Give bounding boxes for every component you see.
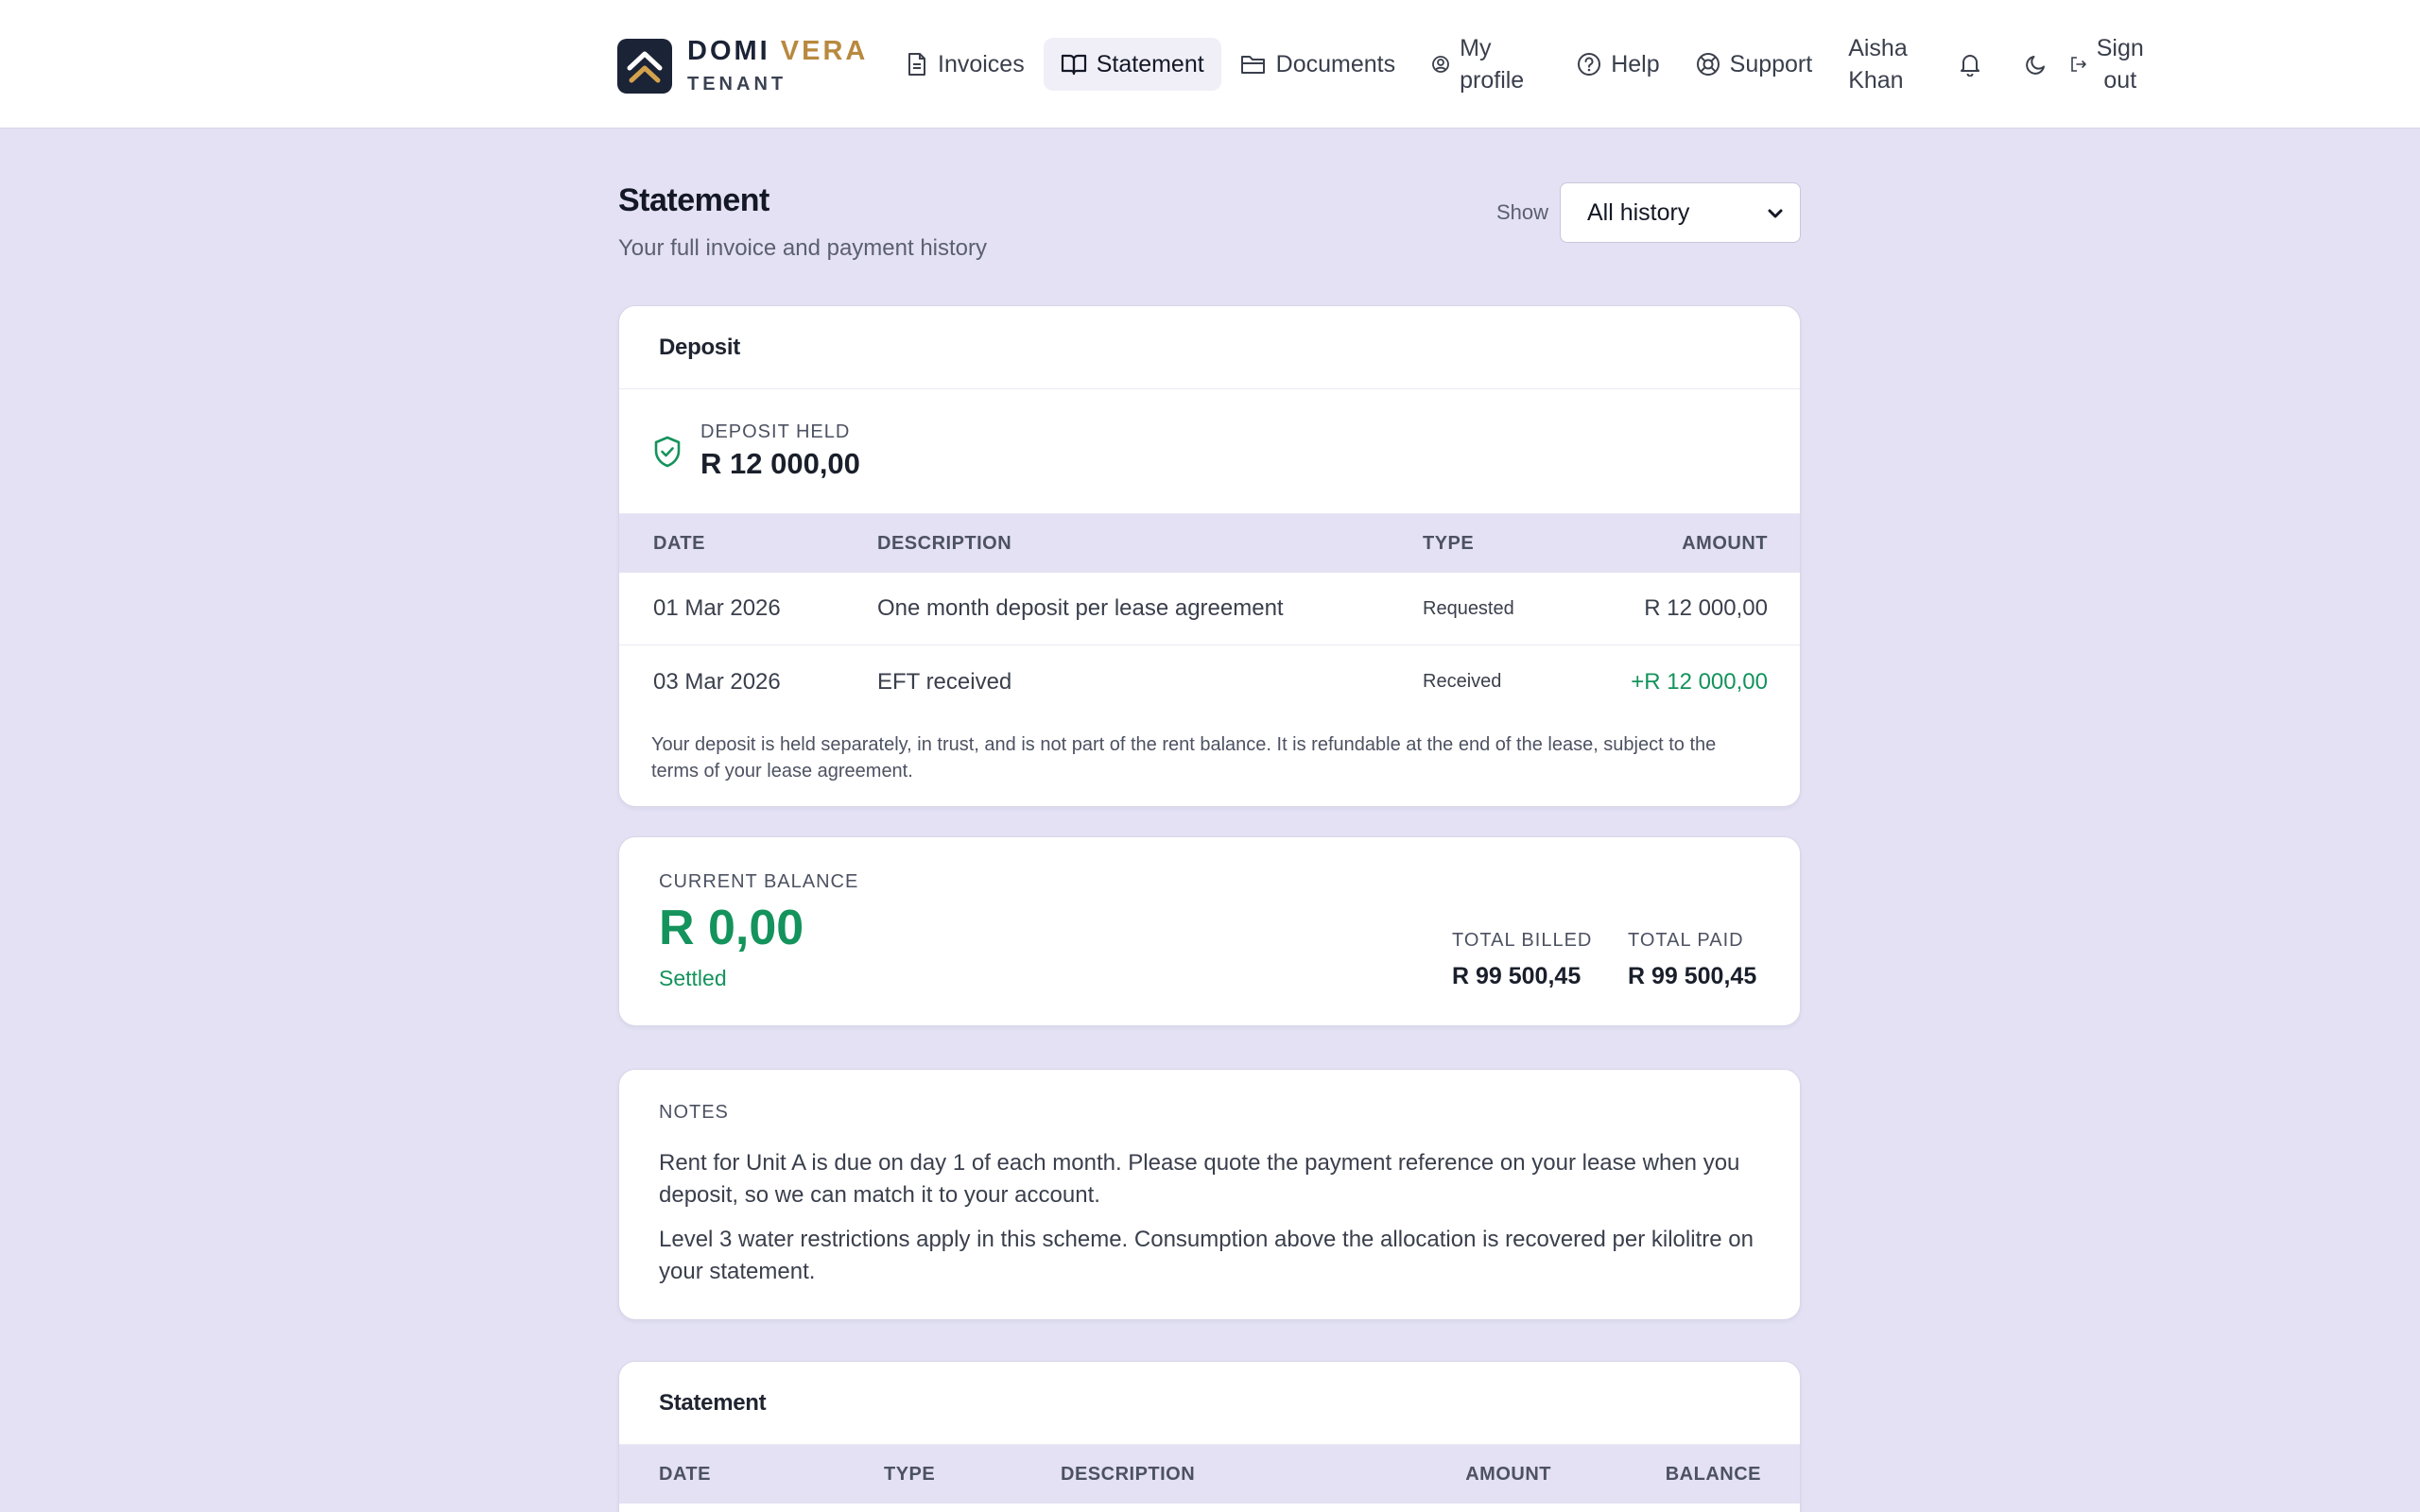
column-header-description: DESCRIPTION — [877, 532, 1012, 554]
deposit-held-summary: DEPOSIT HELD R 12 000,00 — [619, 389, 1800, 514]
chevron-down-icon — [1768, 209, 1783, 218]
column-header-description: DESCRIPTION — [1061, 1463, 1196, 1485]
nav-help-label: Help — [1611, 50, 1660, 77]
total-billed: TOTAL BILLED R 99 500,45 — [1452, 930, 1592, 990]
total-billed-value: R 99 500,45 — [1452, 963, 1582, 989]
nav-documents[interactable]: Documents — [1223, 38, 1412, 91]
history-filter-select[interactable]: All history — [1560, 182, 1801, 243]
total-billed-label: TOTAL BILLED — [1452, 930, 1593, 951]
column-header-balance: BALANCE — [1665, 1463, 1761, 1485]
document-icon — [908, 53, 925, 76]
nav-documents-label: Documents — [1275, 50, 1396, 77]
nav-statement-label: Statement — [1096, 50, 1204, 77]
statement-table-header: DATE TYPE DESCRIPTION AMOUNT BALANCE — [619, 1445, 1800, 1503]
row-description: EFT received — [877, 668, 1012, 695]
statement-card: Statement DATE TYPE DESCRIPTION AMOUNT B… — [618, 1361, 1801, 1512]
main-nav: Invoices Statement Documents My profile H… — [889, 28, 2144, 100]
balance-status: Settled — [659, 966, 727, 990]
deposit-table-header: DATE DESCRIPTION TYPE AMOUNT — [619, 514, 1800, 573]
nav-invoices-label: Invoices — [938, 50, 1025, 77]
column-header-type: TYPE — [884, 1463, 936, 1485]
sign-out-label: Sign out — [2096, 35, 2144, 94]
moon-icon — [2025, 56, 2045, 75]
notes-card: NOTES Rent for Unit A is due on day 1 of… — [618, 1069, 1801, 1320]
user-name[interactable]: Aisha Khan — [1831, 32, 1925, 96]
table-row: 03 Mar 2026 EFT received Received +R 12 … — [619, 645, 1800, 718]
nav-statement[interactable]: Statement — [1043, 38, 1221, 91]
nav-my-profile[interactable]: My profile — [1414, 35, 1541, 94]
column-header-type: TYPE — [1423, 532, 1475, 554]
total-paid: TOTAL PAID R 99 500,45 — [1628, 930, 1756, 990]
total-paid-value: R 99 500,45 — [1628, 963, 1757, 989]
page-title: Statement — [618, 182, 769, 218]
column-header-amount: AMOUNT — [1682, 532, 1768, 554]
nav-support-label: Support — [1729, 50, 1813, 77]
deposit-note: Your deposit is held separately, in trus… — [651, 734, 1717, 782]
column-header-date: DATE — [653, 532, 705, 554]
notes-label: NOTES — [659, 1102, 729, 1123]
sign-out-button[interactable]: Sign out — [2066, 32, 2144, 96]
book-icon — [1061, 54, 1086, 76]
note-paragraph: Rent for Unit A is due on day 1 of each … — [659, 1150, 1740, 1208]
nav-my-profile-label: My profile — [1460, 35, 1525, 94]
row-date: 01 Mar 2026 — [653, 595, 781, 621]
current-balance-value: R 0,00 — [659, 901, 804, 955]
column-header-date: DATE — [659, 1463, 711, 1485]
row-type: Requested — [1423, 597, 1514, 619]
column-header-amount: AMOUNT — [1465, 1463, 1551, 1485]
brand[interactable]: DOMI VERA TENANT — [617, 36, 868, 95]
row-description: One month deposit per lease agreement — [877, 595, 1284, 621]
row-date: 03 Mar 2026 — [653, 668, 781, 695]
row-amount: R 12 000,00 — [1644, 595, 1768, 621]
table-row: 01 Mar 2026 One month deposit per lease … — [619, 573, 1800, 645]
deposit-held-value: R 12 000,00 — [700, 447, 860, 480]
deposit-card-title: Deposit — [619, 306, 1800, 389]
statement-card-title: Statement — [619, 1362, 1800, 1445]
user-circle-icon — [1432, 56, 1450, 73]
nav-help[interactable]: Help — [1560, 38, 1676, 91]
note-paragraph: Level 3 water restrictions apply in this… — [659, 1227, 1754, 1284]
nav-invoices[interactable]: Invoices — [889, 38, 1042, 91]
shield-check-icon — [654, 436, 681, 467]
folder-icon — [1240, 56, 1265, 74]
top-navigation-bar: DOMI VERA TENANT Invoices Statement Docu… — [0, 0, 2420, 129]
deposit-card: Deposit DEPOSIT HELD R 12 000,00 DATE DE… — [618, 305, 1801, 807]
logo-icon — [617, 38, 672, 94]
logout-icon — [2070, 57, 2086, 72]
filter-label: Show — [1496, 200, 1549, 224]
deposit-held-label: DEPOSIT HELD — [700, 421, 851, 442]
balance-card: CURRENT BALANCE R 0,00 Settled TOTAL BIL… — [618, 836, 1801, 1026]
total-paid-label: TOTAL PAID — [1628, 930, 1744, 951]
brand-name: DOMI VERA — [687, 36, 869, 66]
nav-support[interactable]: Support — [1679, 38, 1830, 91]
row-amount: +R 12 000,00 — [1631, 668, 1768, 695]
row-type: Received — [1423, 671, 1502, 692]
notifications-button[interactable] — [1944, 38, 1996, 91]
brand-subtitle: TENANT — [687, 74, 787, 94]
page-subtitle: Your full invoice and payment history — [618, 235, 987, 261]
help-circle-icon — [1578, 53, 1601, 76]
theme-toggle-button[interactable] — [2010, 38, 2063, 91]
bell-icon — [1960, 55, 1979, 77]
current-balance-label: CURRENT BALANCE — [659, 871, 859, 892]
history-filter-value: All history — [1587, 198, 1690, 226]
lifebuoy-icon — [1696, 53, 1720, 76]
